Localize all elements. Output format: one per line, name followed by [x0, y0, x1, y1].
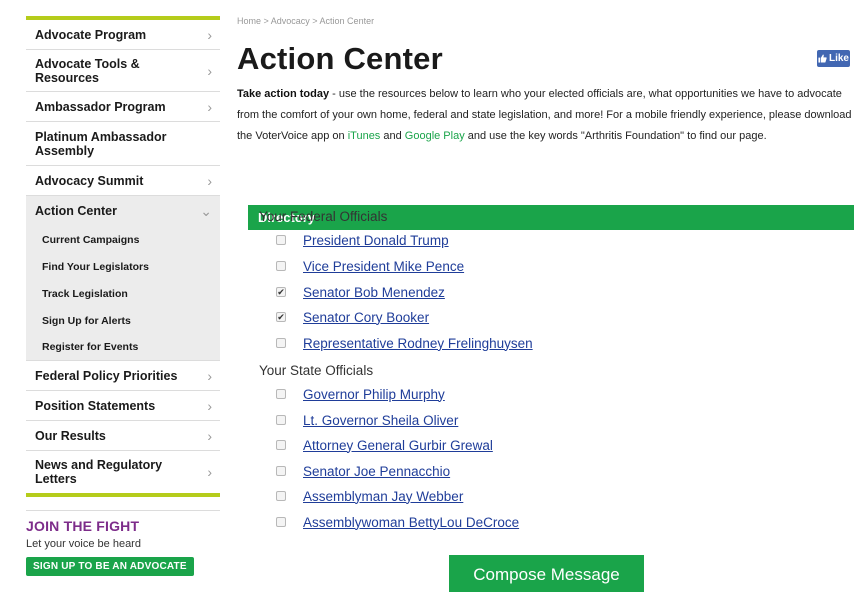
official-checkbox[interactable]: [276, 261, 286, 271]
sidebar-divider: [26, 510, 220, 511]
sidebar-item-label: Federal Policy Priorities: [35, 368, 178, 383]
chevron-down-icon: ⌄: [200, 203, 212, 219]
official-row: ✔ Senator Cory Booker: [276, 307, 429, 327]
sidebar-item-label: Advocate Program: [35, 27, 147, 42]
official-link[interactable]: Assemblyman Jay Webber: [303, 489, 463, 504]
sidebar: Advocate Program › Advocate Tools & Reso…: [26, 16, 220, 511]
sidebar-item-platinum-ambassador[interactable]: Platinum Ambassador Assembly: [26, 122, 220, 166]
subitem-current-campaigns[interactable]: Current Campaigns: [26, 226, 220, 253]
official-row: Representative Rodney Frelinghuysen: [276, 333, 533, 353]
itunes-link[interactable]: iTunes: [348, 130, 381, 142]
join-title: JOIN THE FIGHT: [26, 518, 140, 534]
official-link[interactable]: President Donald Trump: [303, 233, 449, 248]
official-checkbox[interactable]: [276, 491, 286, 501]
sidebar-item-news-regulatory[interactable]: News and Regulatory Letters ›: [26, 451, 220, 493]
breadcrumb[interactable]: Home > Advocacy > Action Center: [237, 16, 374, 26]
official-row: ✔ Senator Bob Menendez: [276, 282, 445, 302]
state-officials-heading: Your State Officials: [259, 363, 374, 378]
sidebar-item-advocate-tools[interactable]: Advocate Tools & Resources ›: [26, 50, 220, 92]
sidebar-item-label: Action Center: [35, 204, 117, 218]
sidebar-item-federal-policy[interactable]: Federal Policy Priorities ›: [26, 361, 220, 391]
like-label: Like: [828, 53, 849, 64]
official-checkbox[interactable]: [276, 338, 286, 348]
chevron-right-icon: ›: [207, 367, 212, 384]
chevron-right-icon: ›: [207, 427, 212, 444]
sidebar-bottom-accent: [26, 493, 220, 497]
join-subtitle: Let your voice be heard: [26, 538, 141, 550]
official-row: Governor Philip Murphy: [276, 384, 445, 404]
facebook-like-button[interactable]: Like: [817, 50, 850, 67]
official-checkbox[interactable]: [276, 517, 286, 527]
sidebar-item-advocate-program[interactable]: Advocate Program ›: [26, 20, 220, 50]
sidebar-item-advocacy-summit[interactable]: Advocacy Summit ›: [26, 166, 220, 196]
official-checkbox[interactable]: ✔: [276, 287, 286, 297]
thumbs-up-icon: [818, 54, 827, 63]
sidebar-item-label: Advocacy Summit: [35, 173, 144, 188]
official-row: Lt. Governor Sheila Oliver: [276, 410, 458, 430]
official-row: Assemblyman Jay Webber: [276, 486, 463, 506]
intro-text-2: and: [380, 130, 405, 142]
sign-up-advocate-button[interactable]: SIGN UP TO BE AN ADVOCATE: [26, 557, 194, 576]
subitem-register-events[interactable]: Register for Events: [26, 334, 220, 361]
official-row: Assemblywoman BettyLou DeCroce: [276, 512, 519, 532]
official-row: Senator Joe Pennacchio: [276, 461, 450, 481]
official-row: President Donald Trump: [276, 230, 449, 250]
intro-text-3: and use the key words "Arthritis Foundat…: [464, 130, 767, 142]
official-row: Attorney General Gurbir Grewal: [276, 435, 493, 455]
sidebar-item-label: News and Regulatory Letters: [35, 458, 163, 486]
sidebar-item-ambassador-program[interactable]: Ambassador Program ›: [26, 92, 220, 122]
sidebar-item-label: Our Results: [35, 428, 106, 443]
chevron-right-icon: ›: [207, 98, 212, 115]
official-link[interactable]: Senator Cory Booker: [303, 310, 429, 325]
intro-paragraph: Take action today - use the resources be…: [237, 84, 854, 147]
chevron-right-icon: ›: [207, 62, 212, 79]
sidebar-item-action-center[interactable]: Action Center ⌄: [26, 196, 220, 226]
chevron-right-icon: ›: [207, 26, 212, 43]
official-row: Vice President Mike Pence: [276, 256, 464, 276]
official-checkbox[interactable]: [276, 440, 286, 450]
sidebar-item-label: Position Statements: [35, 398, 156, 413]
official-link[interactable]: Senator Joe Pennacchio: [303, 464, 450, 479]
official-checkbox[interactable]: [276, 235, 286, 245]
google-play-link[interactable]: Google Play: [405, 130, 465, 142]
official-link[interactable]: Attorney General Gurbir Grewal: [303, 438, 493, 453]
official-link[interactable]: Assemblywoman BettyLou DeCroce: [303, 515, 519, 530]
page-title: Action Center: [237, 41, 443, 76]
join-the-fight-panel: JOIN THE FIGHT Let your voice be heard S…: [26, 518, 194, 576]
federal-officials-heading: Your Federal Officials: [259, 209, 388, 224]
sidebar-item-label: Ambassador Program: [35, 99, 166, 114]
official-checkbox[interactable]: [276, 466, 286, 476]
official-link[interactable]: Representative Rodney Frelinghuysen: [303, 336, 533, 351]
chevron-right-icon: ›: [207, 172, 212, 189]
sidebar-item-position-statements[interactable]: Position Statements ›: [26, 391, 220, 421]
official-link[interactable]: Senator Bob Menendez: [303, 285, 445, 300]
official-link[interactable]: Lt. Governor Sheila Oliver: [303, 413, 458, 428]
official-link[interactable]: Governor Philip Murphy: [303, 387, 445, 402]
sidebar-item-our-results[interactable]: Our Results ›: [26, 421, 220, 451]
official-checkbox[interactable]: [276, 415, 286, 425]
subitem-track-legislation[interactable]: Track Legislation: [26, 280, 220, 307]
subitem-sign-up-alerts[interactable]: Sign Up for Alerts: [26, 307, 220, 334]
action-center-submenu: Current Campaigns Find Your Legislators …: [26, 226, 220, 361]
sidebar-item-label: Advocate Tools & Resources: [35, 56, 140, 85]
chevron-right-icon: ›: [207, 397, 212, 414]
sidebar-item-label: Platinum Ambassador Assembly: [35, 129, 167, 158]
chevron-right-icon: ›: [207, 464, 212, 480]
official-checkbox[interactable]: [276, 389, 286, 399]
official-checkbox[interactable]: ✔: [276, 312, 286, 322]
intro-bold: Take action today: [237, 88, 330, 100]
compose-message-button[interactable]: Compose Message: [449, 555, 644, 592]
official-link[interactable]: Vice President Mike Pence: [303, 259, 464, 274]
subitem-find-legislators[interactable]: Find Your Legislators: [26, 253, 220, 280]
